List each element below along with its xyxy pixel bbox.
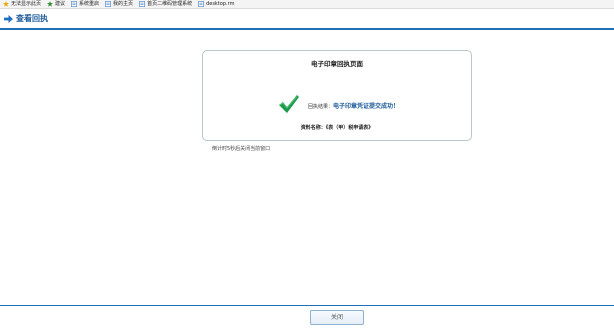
bookmark-label: 无法显示此页: [11, 0, 42, 7]
star-icon: [47, 1, 54, 7]
page-icon: [71, 1, 77, 7]
page-header: 查看回执: [0, 9, 614, 28]
footer-divider: [0, 305, 614, 306]
bookmark-label: 系统重启: [79, 0, 100, 7]
page-icon: [198, 1, 204, 7]
close-button[interactable]: 关闭: [310, 310, 364, 325]
page-title: 查看回执: [16, 14, 48, 23]
bookmark-item[interactable]: desktop.rm: [198, 0, 235, 8]
receipt-panel: 电子印章回执页面 回执结果：电子印章凭证提交成功！ 资料名称：《表（甲）税申请表…: [202, 50, 472, 141]
bookmark-item[interactable]: 首页二维码管理系统: [139, 0, 193, 8]
bookmark-item[interactable]: 建议: [47, 0, 66, 8]
header-divider: [0, 28, 614, 30]
bookmark-item[interactable]: 无法显示此页: [3, 0, 42, 8]
checkmark-icon: [279, 95, 299, 113]
bookmark-item[interactable]: 我的主页: [105, 0, 134, 8]
page-icon: [139, 1, 145, 7]
arrow-right-icon: [4, 14, 13, 23]
star-icon: [3, 1, 9, 7]
bookmark-label: 首页二维码管理系统: [147, 0, 193, 7]
bookmark-label: 建议: [55, 0, 66, 7]
bookmarks-bar: 无法显示此页 建议 系统重启 我的主页 首页二维码管理系统 desktop.rm: [0, 0, 614, 9]
result-label: 回执结果：: [308, 104, 334, 110]
page-icon: [105, 1, 111, 7]
panel-title: 电子印章回执页面: [311, 60, 363, 68]
bookmark-item[interactable]: 系统重启: [71, 0, 100, 8]
document-name: 资料名称：《表（甲）税申请表》: [300, 125, 374, 131]
bookmark-label: desktop.rm: [206, 0, 235, 7]
result-line: 回执结果：电子印章凭证提交成功！: [308, 101, 399, 110]
result-value: 电子印章凭证提交成功！: [333, 103, 400, 110]
bookmark-label: 我的主页: [113, 0, 134, 7]
countdown-text: 倒计时5秒后关闭当前窗口: [212, 146, 271, 152]
